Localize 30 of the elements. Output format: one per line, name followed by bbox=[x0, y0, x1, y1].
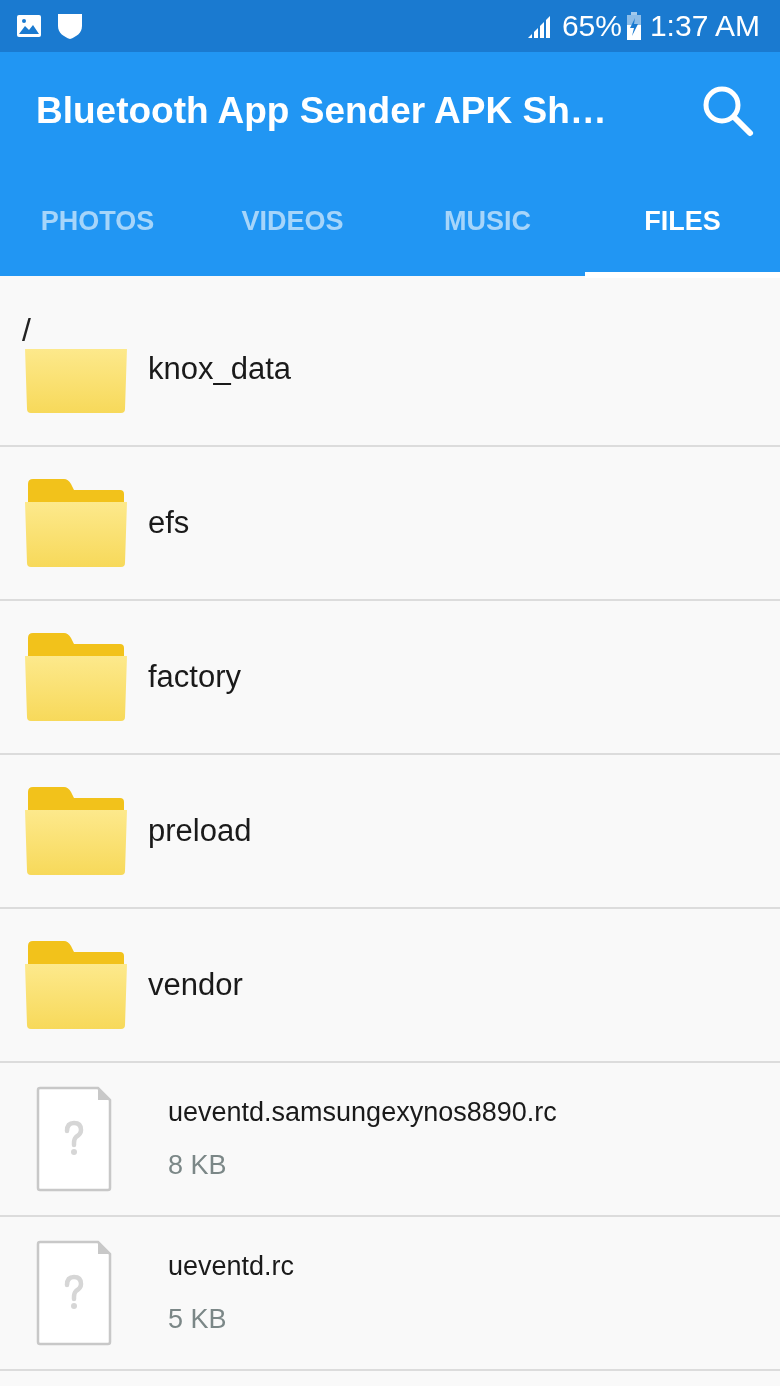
folder-icon bbox=[24, 632, 128, 722]
app-title: Bluetooth App Sender APK Sh… bbox=[36, 90, 607, 132]
list-row[interactable]: factory bbox=[0, 601, 780, 755]
folder-name: vendor bbox=[148, 967, 243, 1003]
list-row[interactable]: ueventd.samsungexynos8890.rc 8 KB bbox=[0, 1063, 780, 1217]
folder-icon bbox=[24, 349, 128, 414]
unknown-file-icon bbox=[36, 1240, 112, 1346]
file-name: ueventd.samsungexynos8890.rc bbox=[168, 1097, 557, 1128]
list-row[interactable]: efs bbox=[0, 447, 780, 601]
folder-name: knox_data bbox=[148, 351, 292, 387]
list-row[interactable]: knox_data bbox=[0, 349, 780, 447]
current-path: / bbox=[21, 311, 32, 349]
folder-icon bbox=[24, 786, 128, 876]
list-row[interactable]: ueventd.rc 5 KB bbox=[0, 1217, 780, 1371]
folder-icon bbox=[24, 478, 128, 568]
image-icon bbox=[16, 14, 42, 38]
folder-icon bbox=[24, 940, 128, 1030]
folder-name: factory bbox=[148, 659, 242, 695]
unknown-file-icon bbox=[36, 1086, 112, 1192]
shield-icon bbox=[56, 12, 84, 40]
file-size: 5 KB bbox=[168, 1304, 228, 1335]
file-size: 8 KB bbox=[168, 1150, 228, 1181]
battery-percent: 65% bbox=[561, 9, 622, 43]
list-row[interactable]: preload bbox=[0, 755, 780, 909]
file-name: ueventd.rc bbox=[168, 1251, 295, 1282]
folder-name: efs bbox=[148, 505, 190, 541]
list-row[interactable]: vendor bbox=[0, 909, 780, 1063]
folder-name: preload bbox=[148, 813, 252, 849]
clock: 1:37 AM bbox=[649, 9, 760, 43]
battery-charging-icon bbox=[625, 12, 642, 40]
